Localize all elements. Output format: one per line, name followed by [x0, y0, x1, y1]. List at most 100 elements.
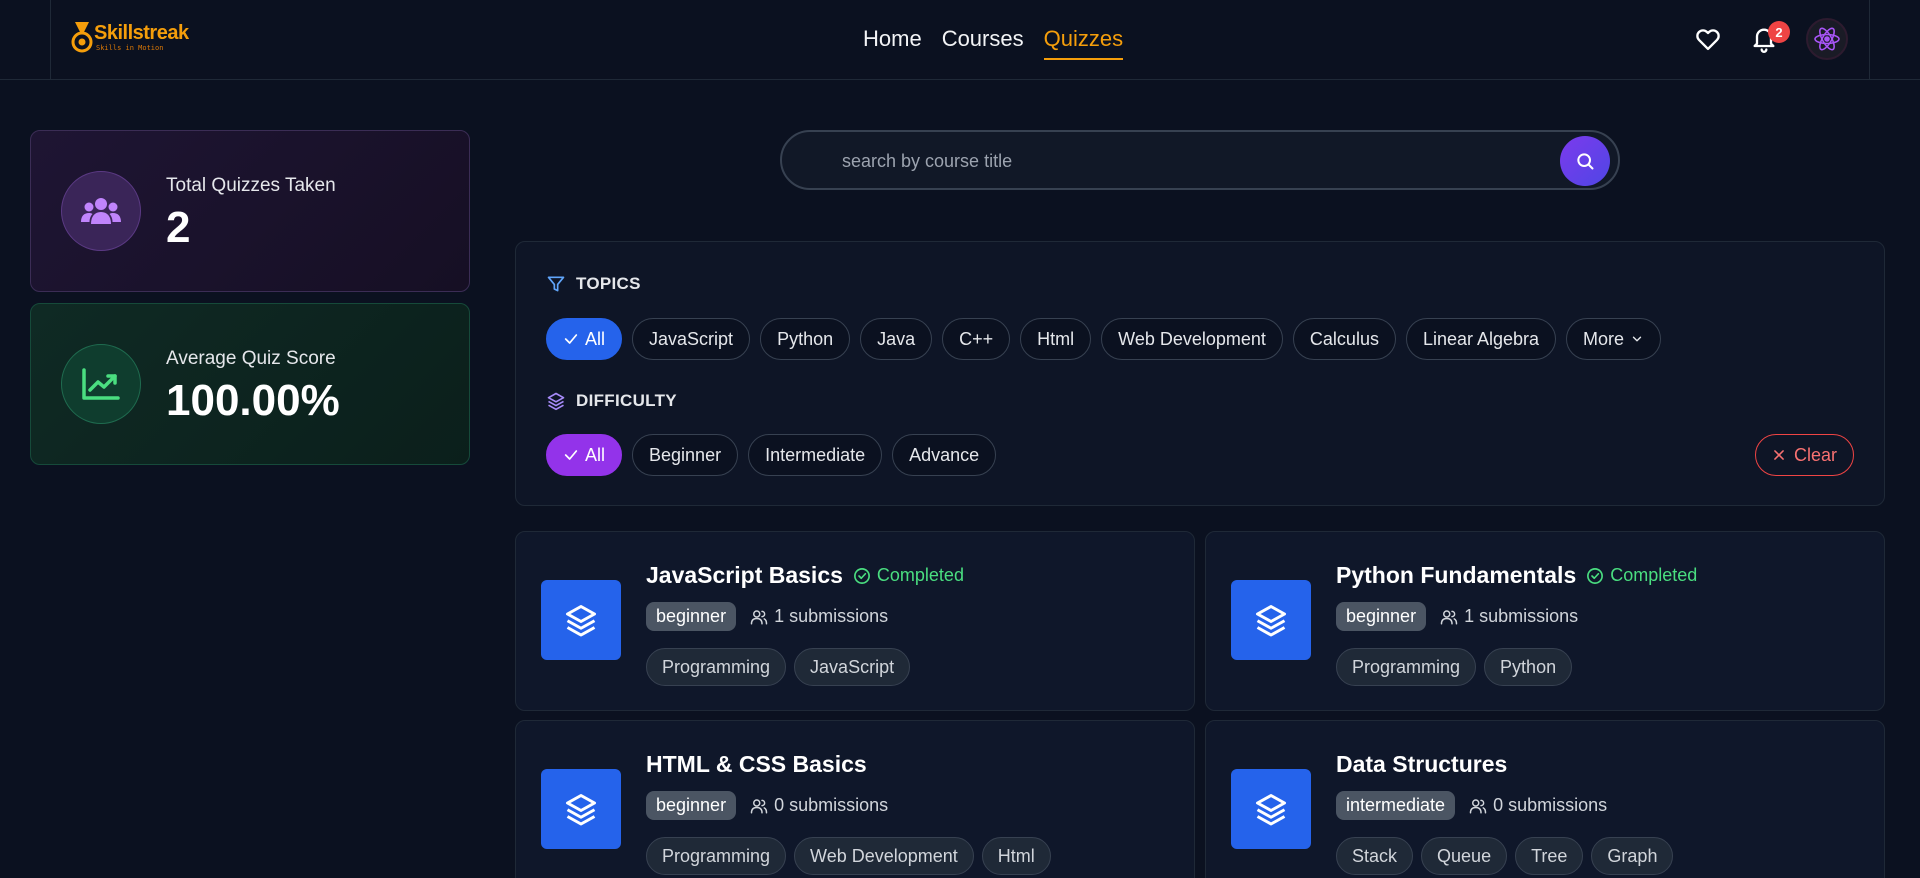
clear-filters-button[interactable]: Clear: [1754, 434, 1854, 476]
layers-icon: [541, 580, 621, 660]
quiz-title: HTML & CSS Basics: [646, 751, 867, 777]
quiz-card[interactable]: JavaScript Basics Completed beginner 1 s…: [515, 531, 1195, 711]
difficulty-badge: intermediate: [1336, 791, 1456, 820]
brand-name: Skillstreak: [94, 22, 189, 44]
quiz-card[interactable]: Data Structures intermediate 0 submissio…: [1205, 720, 1885, 878]
difficulty-title: DIFFICULTY: [576, 391, 677, 410]
check-icon: [564, 334, 578, 344]
users-icon: [1469, 798, 1487, 813]
submissions-label: 1 submissions: [1464, 606, 1579, 626]
brand-logo[interactable]: Skillstreak Skills in Motion: [71, 22, 189, 54]
quiz-tag: Html: [981, 837, 1051, 875]
check-circle-icon: [1587, 567, 1604, 584]
topic-more-dropdown[interactable]: More: [1566, 318, 1662, 360]
topic-chip-java[interactable]: Java: [860, 318, 933, 360]
medal-icon: [71, 22, 93, 54]
difficulty-chip-intermediate[interactable]: Intermediate: [748, 434, 883, 476]
difficulty-badge: beginner: [1336, 602, 1427, 631]
filter-icon: [547, 276, 565, 292]
topic-more-label: More: [1583, 328, 1625, 349]
users-icon: [750, 609, 768, 624]
nav-courses[interactable]: Courses: [942, 26, 1024, 60]
avatar[interactable]: [1806, 18, 1848, 60]
nav-quizzes[interactable]: Quizzes: [1043, 26, 1124, 60]
layers-icon: [1231, 580, 1311, 660]
completed-label: Completed: [1610, 565, 1698, 585]
top-header: Skillstreak Skills in Motion Home Course…: [0, 0, 1920, 80]
quiz-title: Data Structures: [1336, 751, 1508, 777]
users-icon: [1440, 609, 1458, 624]
check-circle-icon: [853, 567, 870, 584]
heart-icon[interactable]: [1694, 25, 1722, 53]
header-container: Skillstreak Skills in Motion Home Course…: [50, 0, 1870, 79]
submissions-label: 1 submissions: [774, 606, 889, 626]
topic-chip-javascript[interactable]: JavaScript: [632, 318, 751, 360]
topics-title: TOPICS: [576, 274, 641, 293]
submissions-label: 0 submissions: [1493, 795, 1608, 815]
quiz-title: JavaScript Basics: [646, 562, 843, 588]
filter-panel: TOPICS All JavaScript Python Java C++ Ht…: [515, 241, 1885, 506]
search-bar: [780, 130, 1620, 190]
quiz-tag: Stack: [1336, 837, 1414, 875]
difficulty-chip-label: All: [585, 444, 606, 465]
quiz-tag: Tree: [1515, 837, 1584, 875]
search-button[interactable]: [1560, 136, 1610, 186]
bell-icon[interactable]: 2: [1750, 21, 1790, 53]
chart-line-icon: [61, 344, 141, 424]
total-quizzes-card: Total Quizzes Taken 2: [30, 130, 470, 292]
quiz-tag: JavaScript: [794, 648, 911, 686]
layers-icon: [1231, 769, 1311, 849]
nav-home[interactable]: Home: [863, 26, 922, 60]
topic-chip-html[interactable]: Html: [1020, 318, 1092, 360]
layers-icon: [547, 392, 565, 411]
topic-chip-linear-algebra[interactable]: Linear Algebra: [1405, 318, 1557, 360]
quiz-tag: Programming: [646, 837, 787, 875]
completed-label: Completed: [876, 565, 964, 585]
chevron-down-icon: [1632, 336, 1642, 342]
quiz-tag: Queue: [1421, 837, 1508, 875]
average-score-label: Average Quiz Score: [166, 348, 336, 369]
submissions-count: 1 submissions: [1440, 606, 1578, 627]
topics-heading: TOPICS: [546, 274, 641, 294]
quiz-tag: Programming: [1336, 648, 1477, 686]
submissions-label: 0 submissions: [774, 795, 889, 815]
average-score-value: 100.00%: [166, 376, 340, 425]
search-icon: [1577, 153, 1594, 170]
clear-filters-label: Clear: [1793, 444, 1837, 465]
total-quizzes-label: Total Quizzes Taken: [166, 175, 336, 196]
difficulty-chip-all[interactable]: All: [546, 434, 623, 476]
submissions-count: 1 submissions: [750, 606, 888, 627]
layers-icon: [541, 769, 621, 849]
users-icon: [61, 171, 141, 251]
difficulty-chip-beginner[interactable]: Beginner: [632, 434, 739, 476]
quiz-tag: Python: [1484, 648, 1573, 686]
submissions-count: 0 submissions: [1469, 795, 1607, 816]
brand-tagline: Skills in Motion: [96, 44, 164, 52]
main-nav: Home Courses Quizzes: [863, 26, 1124, 60]
quiz-tag: Graph: [1591, 837, 1674, 875]
submissions-count: 0 submissions: [750, 795, 888, 816]
topic-chip-python[interactable]: Python: [760, 318, 851, 360]
completed-status: Completed: [1586, 565, 1697, 586]
quiz-title: Python Fundamentals: [1336, 562, 1577, 588]
difficulty-badge: beginner: [646, 791, 737, 820]
topic-chip-cpp[interactable]: C++: [942, 318, 1011, 360]
total-quizzes-value: 2: [166, 203, 191, 252]
topic-chip-all[interactable]: All: [546, 318, 623, 360]
difficulty-chips: All Beginner Intermediate Advance: [546, 434, 997, 476]
quiz-tag: Programming: [646, 648, 787, 686]
topic-chip-calculus[interactable]: Calculus: [1292, 318, 1396, 360]
search-input[interactable]: [842, 146, 1522, 176]
completed-status: Completed: [853, 565, 964, 586]
topic-chip-web-development[interactable]: Web Development: [1101, 318, 1283, 360]
check-icon: [564, 450, 578, 460]
difficulty-heading: DIFFICULTY: [546, 391, 677, 411]
quiz-card[interactable]: Python Fundamentals Completed beginner 1…: [1205, 531, 1885, 711]
header-actions: 2: [1694, 18, 1848, 60]
difficulty-chip-advance[interactable]: Advance: [892, 434, 997, 476]
topic-chips: All JavaScript Python Java C++ Html Web …: [546, 318, 1662, 360]
quiz-card[interactable]: HTML & CSS Basics beginner 0 submissions…: [515, 720, 1195, 878]
users-icon: [750, 798, 768, 813]
notification-badge: 2: [1768, 21, 1790, 43]
difficulty-badge: beginner: [646, 602, 737, 631]
